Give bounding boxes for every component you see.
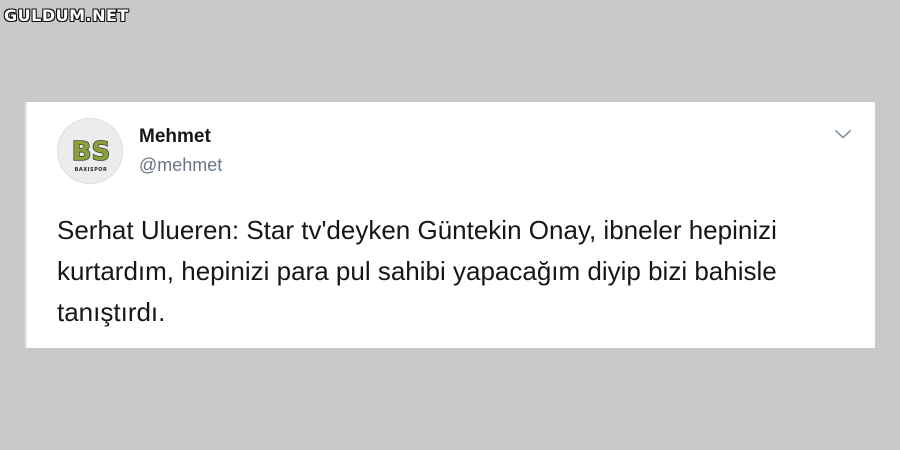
avatar-subtext: BAXISPOR bbox=[75, 167, 108, 173]
site-watermark: GULDUM.NET bbox=[4, 6, 129, 25]
team-logo-icon: BS BAXISPOR bbox=[71, 136, 111, 173]
user-handle[interactable]: @mehmet bbox=[139, 155, 222, 176]
display-name[interactable]: Mehmet bbox=[139, 126, 211, 148]
chevron-down-icon[interactable] bbox=[831, 122, 855, 146]
tweet-text: Serhat Ulueren: Star tv'deyken Güntekin … bbox=[57, 215, 777, 327]
avatar-initials: BS bbox=[72, 137, 111, 167]
tweet-card: BS BAXISPOR Mehmet @mehmet Serhat Uluere… bbox=[25, 102, 875, 348]
avatar[interactable]: BS BAXISPOR bbox=[57, 118, 123, 184]
